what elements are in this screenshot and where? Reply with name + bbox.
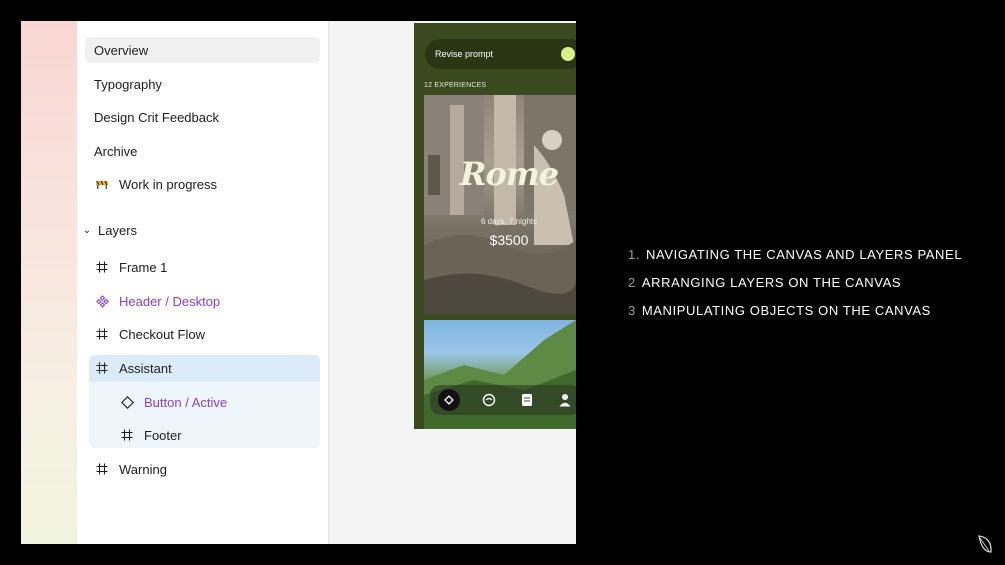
layer-label: Checkout Flow [119,326,205,342]
design-app-window: Overview Typography Design Crit Feedback… [21,21,576,544]
layers-title: Layers [98,222,138,238]
layers-section-header[interactable]: ⌄ Layers [81,220,137,240]
bookings-icon[interactable] [518,391,536,409]
layer-warning[interactable]: Warning [89,456,320,482]
page-label: Typography [94,76,162,92]
revise-prompt-button[interactable]: Revise prompt [425,39,576,69]
page-label: Archive [94,143,138,159]
card-duration: 6 days, 7 nights [480,217,538,226]
layer-label: Header / Desktop [119,293,221,309]
page-item-typography[interactable]: Typography [85,71,320,97]
layer-label: Assistant [119,360,172,376]
construction-icon [94,179,110,189]
page-item-overview[interactable]: Overview [85,37,320,63]
agenda-item: 2 ARRANGING LAYERS ON THE CANVAS [628,275,901,290]
layer-label: Warning [119,461,167,477]
page-item-archive[interactable]: Archive [85,138,320,164]
layer-frame-1[interactable]: Frame 1 [89,254,320,280]
instance-icon [119,395,135,409]
agenda-number: 2 [628,275,636,290]
agenda-item: 1. NAVIGATING THE CANVAS AND LAYERS PANEL [628,247,962,262]
page-item-work-in-progress[interactable]: Work in progress [85,171,320,197]
frame-icon [94,328,110,340]
rome-card[interactable]: Rome 6 days, 7 nights $3500 [424,95,576,314]
globe-icon[interactable] [480,391,498,409]
layer-label: Footer [144,427,182,443]
layers-panel: Overview Typography Design Crit Feedback… [77,21,329,544]
submit-icon[interactable] [561,47,575,61]
layer-footer[interactable]: Footer [114,422,320,448]
layer-assistant[interactable]: Assistant [89,355,320,381]
component-icon [94,294,110,308]
gradient-strip [21,21,77,544]
layer-header-desktop[interactable]: Header / Desktop [89,288,320,314]
page-label: Work in progress [119,176,218,192]
card-title: Rome [459,155,559,193]
card-price: $3500 [489,232,529,248]
agenda-item: 3 MANIPULATING OBJECTS ON THE CANVAS [628,303,931,318]
agenda-text: MANIPULATING OBJECTS ON THE CANVAS [641,303,931,318]
profile-icon[interactable] [556,391,574,409]
frame-icon [94,463,110,475]
agenda-text: NAVIGATING THE CANVAS AND LAYERS PANEL [646,247,963,262]
layer-label: Frame 1 [119,259,168,275]
page-label: Overview [94,42,149,58]
canvas-mobile-frame[interactable]: Revise prompt 12 EXPERIENCES Rome 6 days… [414,23,576,429]
bottom-nav-bar [430,385,576,415]
rome-photo [424,95,576,314]
revise-prompt-label: Revise prompt [435,49,494,59]
chevron-down-icon[interactable]: ⌄ [81,225,93,236]
layer-button-active[interactable]: Button / Active [114,389,320,415]
frame-icon [119,429,135,441]
layer-label: Button / Active [144,394,228,410]
page-item-design-crit-feedback[interactable]: Design Crit Feedback [85,104,320,130]
agenda-text: ARRANGING LAYERS ON THE CANVAS [641,275,902,290]
page-label: Design Crit Feedback [94,109,219,125]
frame-icon [94,362,110,374]
explore-icon[interactable] [438,389,460,411]
agenda-number: 1. [628,247,641,262]
layer-checkout-flow[interactable]: Checkout Flow [89,321,320,347]
experiences-count: 12 EXPERIENCES [424,82,487,89]
frame-icon [94,261,110,273]
agenda-number: 3 [628,303,636,318]
leaf-logo-icon [976,534,994,556]
